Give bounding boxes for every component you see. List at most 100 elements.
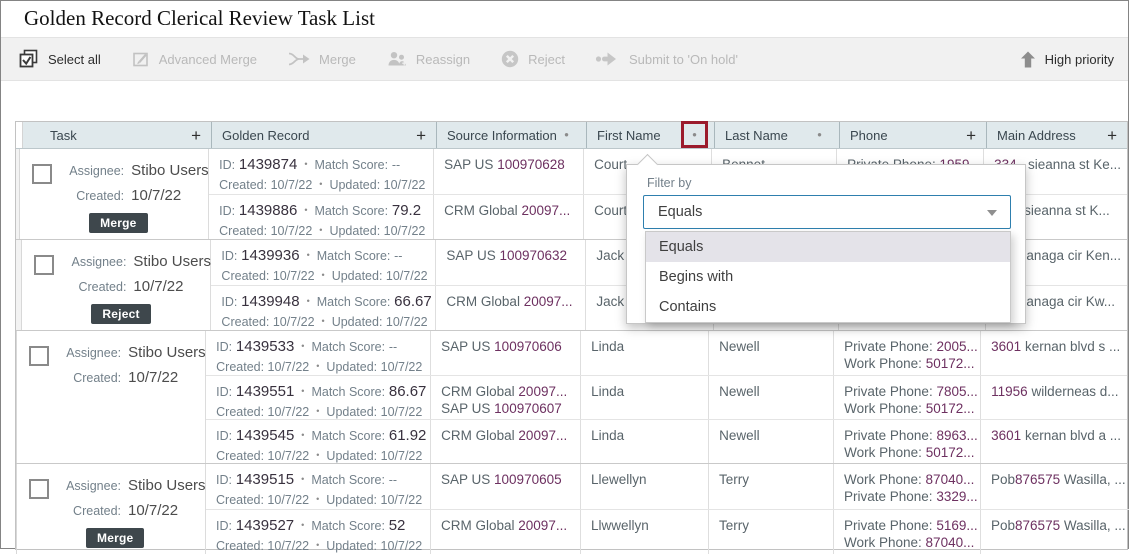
assignee-label: Assignee:	[62, 164, 124, 178]
high-priority-label: High priority	[1045, 52, 1114, 67]
phone-cell: Private Phone: 8963...Work Phone: 50172.…	[834, 420, 981, 463]
column-label: Golden Record	[222, 128, 416, 143]
add-column-icon[interactable]: +	[191, 127, 201, 144]
column-header-last-name[interactable]: Last Name●	[715, 122, 840, 148]
option-equals[interactable]: Equals	[646, 232, 1010, 262]
task-group: Assignee:Stibo UsersCreated:10/7/22ID: 1…	[16, 330, 1127, 463]
record-row[interactable]: ID: 1439533•Match Score: --Created: 10/7…	[206, 331, 1127, 375]
filter-by-label: Filter by	[647, 176, 691, 190]
add-column-icon[interactable]: +	[416, 127, 426, 144]
task-checkbox[interactable]	[32, 164, 52, 184]
assignee-value: Stibo Users	[128, 344, 206, 361]
source-information-cell: CRM Global 20097...	[431, 420, 581, 463]
created-value: 10/7/22	[128, 502, 178, 519]
task-info: Assignee:Stibo UsersCreated:10/7/22Merge	[59, 477, 205, 548]
reassign-label: Reassign	[416, 52, 470, 67]
first-name-cell: Llewellyn	[581, 464, 709, 509]
task-checkbox[interactable]	[29, 346, 49, 366]
task-checkbox[interactable]	[29, 479, 49, 499]
column-header-main-address[interactable]: Main Address+	[987, 122, 1127, 148]
last-name-cell: Terry	[709, 464, 834, 509]
first-name-cell: Llwwellyn	[581, 510, 709, 554]
main-address-cell: 3601 kernan blvd a ...	[981, 420, 1127, 463]
source-information-cell: CRM Global 20097...	[431, 510, 581, 554]
task-checkbox[interactable]	[34, 255, 54, 275]
source-information-cell: CRM Global 20097...	[434, 195, 584, 239]
last-name-cell: Newell	[709, 420, 834, 463]
assignee-value: Stibo Users	[131, 162, 209, 179]
golden-record-cell: ID: 1439886•Match Score: 79.2Created: 10…	[209, 195, 434, 239]
phone-cell: Private Phone: 7805...Work Phone: 50172.…	[834, 376, 981, 419]
created-value: 10/7/22	[131, 187, 181, 204]
filter-dot-icon[interactable]: ●	[817, 131, 822, 139]
filter-dot-icon[interactable]: ●	[564, 131, 569, 139]
filter-operator-value: Equals	[658, 204, 702, 220]
reassign-button[interactable]: Reassign	[386, 49, 470, 69]
assignee-label: Assignee:	[64, 255, 126, 269]
created-label: Created:	[64, 280, 126, 294]
record-row[interactable]: ID: 1439551•Match Score: 86.67Created: 1…	[206, 375, 1127, 419]
filter-operator-options: Equals Begins with Contains	[645, 231, 1011, 323]
advanced-merge-label: Advanced Merge	[159, 52, 257, 67]
header-gutter	[16, 122, 23, 148]
main-address-cell: 11956 wilderneas d...	[981, 376, 1127, 419]
record-row[interactable]: ID: 1439545•Match Score: 61.92Created: 1…	[206, 419, 1127, 463]
column-header-phone[interactable]: Phone+	[840, 122, 987, 148]
golden-record-cell: ID: 1439551•Match Score: 86.67Created: 1…	[206, 376, 431, 419]
task-type-badge: Merge	[89, 213, 147, 233]
created-label: Created:	[59, 371, 121, 385]
column-label: Phone	[850, 128, 966, 143]
task-group: Assignee:Stibo UsersCreated:10/7/22Merge…	[16, 463, 1127, 554]
source-information-cell: SAP US 100970606	[431, 331, 581, 375]
golden-record-cell: ID: 1439545•Match Score: 61.92Created: 1…	[206, 420, 431, 463]
created-label: Created:	[62, 189, 124, 203]
main-address-cell: Pob876575 Wasilla, ...	[981, 510, 1129, 554]
table-header-row: Task+Golden Record+Source Information●Fi…	[16, 122, 1127, 149]
column-header-golden-record[interactable]: Golden Record+	[212, 122, 437, 148]
created-value: 10/7/22	[133, 278, 183, 295]
select-all-icon	[19, 49, 40, 70]
submit-arrow-icon	[595, 49, 621, 69]
column-label: Main Address	[997, 128, 1107, 143]
annotation-highlight-box	[681, 121, 708, 148]
add-column-icon[interactable]: +	[966, 127, 976, 144]
option-begins-with[interactable]: Begins with	[646, 262, 1010, 292]
reject-icon	[500, 49, 520, 69]
column-label: Source Information	[447, 128, 557, 143]
assignee-label: Assignee:	[59, 346, 121, 360]
task-type-badge: Reject	[91, 304, 150, 324]
high-priority-button[interactable]: High priority	[1019, 50, 1114, 69]
reassign-icon	[386, 49, 408, 69]
merge-icon	[287, 49, 311, 69]
select-all-button[interactable]: Select all	[19, 49, 101, 70]
phone-cell: Private Phone: 2005...Work Phone: 50172.…	[834, 331, 981, 375]
record-row[interactable]: ID: 1439515•Match Score: --Created: 10/7…	[206, 464, 1129, 509]
advanced-merge-button[interactable]: Advanced Merge	[131, 49, 257, 69]
phone-cell: Private Phone: 5169...Work Phone: 87040.…	[834, 510, 981, 554]
merge-button[interactable]: Merge	[287, 49, 356, 69]
advanced-merge-icon	[131, 49, 151, 69]
last-name-cell: Newell	[709, 376, 834, 419]
column-header-task[interactable]: Task+	[23, 122, 212, 148]
task-cell: Assignee:Stibo UsersCreated:10/7/22	[17, 331, 206, 463]
golden-record-cell: ID: 1439874•Match Score: --Created: 10/7…	[209, 149, 434, 194]
add-column-icon[interactable]: +	[1107, 127, 1117, 144]
golden-record-cell: ID: 1439936•Match Score: --Created: 10/7…	[211, 240, 436, 285]
up-arrow-icon	[1019, 50, 1037, 69]
option-contains[interactable]: Contains	[646, 292, 1010, 322]
reject-button[interactable]: Reject	[500, 49, 565, 69]
page-title: Golden Record Clerical Review Task List	[24, 6, 375, 31]
filter-operator-select[interactable]: Equals	[643, 195, 1011, 229]
first-name-cell: Linda	[581, 376, 709, 419]
filter-popup: Filter by Equals Equals Begins with Cont…	[626, 164, 1026, 324]
main-address-cell: Pob876575 Wasilla, ...	[981, 464, 1129, 509]
first-name-cell: Linda	[581, 420, 709, 463]
column-header-source-information[interactable]: Source Information ●	[437, 122, 587, 148]
task-cell: Assignee: Stibo Users Created: 10/7/22 Merge	[20, 149, 209, 239]
record-row[interactable]: ID: 1439527•Match Score: 52Created: 10/7…	[206, 509, 1129, 554]
last-name-cell: Newell	[709, 331, 834, 375]
source-information-cell: CRM Global 20097...	[436, 286, 586, 330]
phone-cell: Work Phone: 87040...Private Phone: 3329.…	[834, 464, 981, 509]
submit-on-hold-label: Submit to 'On hold'	[629, 52, 738, 67]
submit-on-hold-button[interactable]: Submit to 'On hold'	[595, 49, 738, 69]
